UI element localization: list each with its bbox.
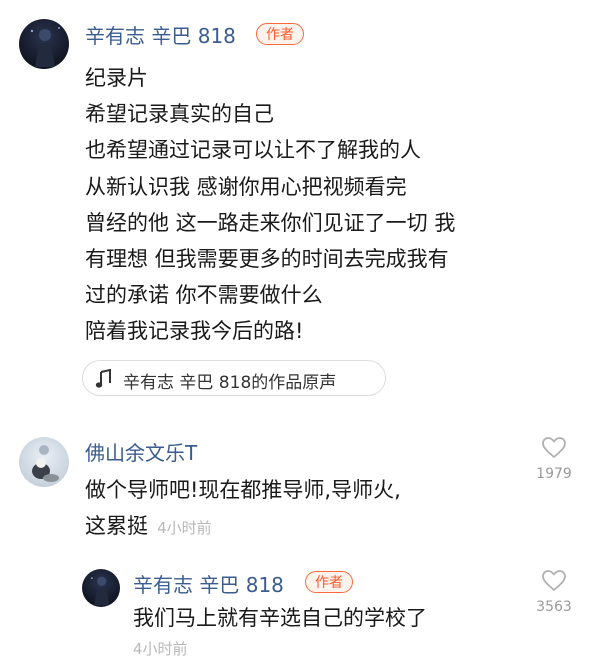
comment-author-name[interactable]: 佛山余文乐T (85, 437, 197, 466)
heart-icon (541, 570, 567, 597)
commenter-avatar[interactable] (19, 437, 69, 487)
original-sound-button[interactable]: 辛有志 辛巴 818的作品原声 (82, 360, 386, 396)
reply-text: 我们马上就有辛选自己的学校了 (133, 606, 427, 630)
avatar-image (90, 576, 110, 606)
post-text-line: 纪录片 (85, 66, 148, 90)
post-text-line: 有理想 但我需要更多的时间去完成我有 (85, 247, 449, 271)
post-text-line: 曾经的他 这一路走来你们见证了一切 我 (85, 211, 456, 235)
comment-text: 做个导师吧!现在都推导师,导师火, (85, 478, 401, 502)
avatar-image (30, 27, 60, 67)
reply-author-avatar[interactable] (82, 569, 120, 607)
avatar-image (32, 445, 59, 482)
music-note-icon (95, 368, 113, 393)
author-avatar[interactable] (19, 19, 69, 69)
post-text-line: 陪着我记录我今后的路! (85, 319, 304, 343)
like-count: 1979 (536, 466, 572, 482)
comment-text: 这累挺 (85, 514, 148, 538)
comment-timestamp: 4小时前 (157, 519, 212, 537)
like-button[interactable]: 3563 (532, 569, 576, 615)
author-badge: 作者 (256, 23, 304, 45)
like-button[interactable]: 1979 (532, 436, 576, 482)
sound-label: 辛有志 辛巴 818的作品原声 (123, 373, 337, 393)
comment-second-line: 这累挺 4小时前 (85, 510, 212, 540)
post-text-line: 从新认识我 感谢你用心把视频看完 (85, 175, 407, 199)
reply-timestamp: 4小时前 (133, 640, 188, 658)
post-text-line: 也希望通过记录可以让不了解我的人 (85, 138, 421, 162)
heart-icon (541, 437, 567, 464)
post-author-name[interactable]: 辛有志 辛巴 818 (85, 20, 236, 49)
post-text-line: 过的承诺 你不需要做什么 (85, 283, 323, 307)
post-text-line: 希望记录真实的自己 (85, 102, 274, 126)
reply-author-name[interactable]: 辛有志 辛巴 818 (133, 569, 284, 598)
like-count: 3563 (536, 599, 572, 615)
author-badge: 作者 (305, 571, 353, 593)
